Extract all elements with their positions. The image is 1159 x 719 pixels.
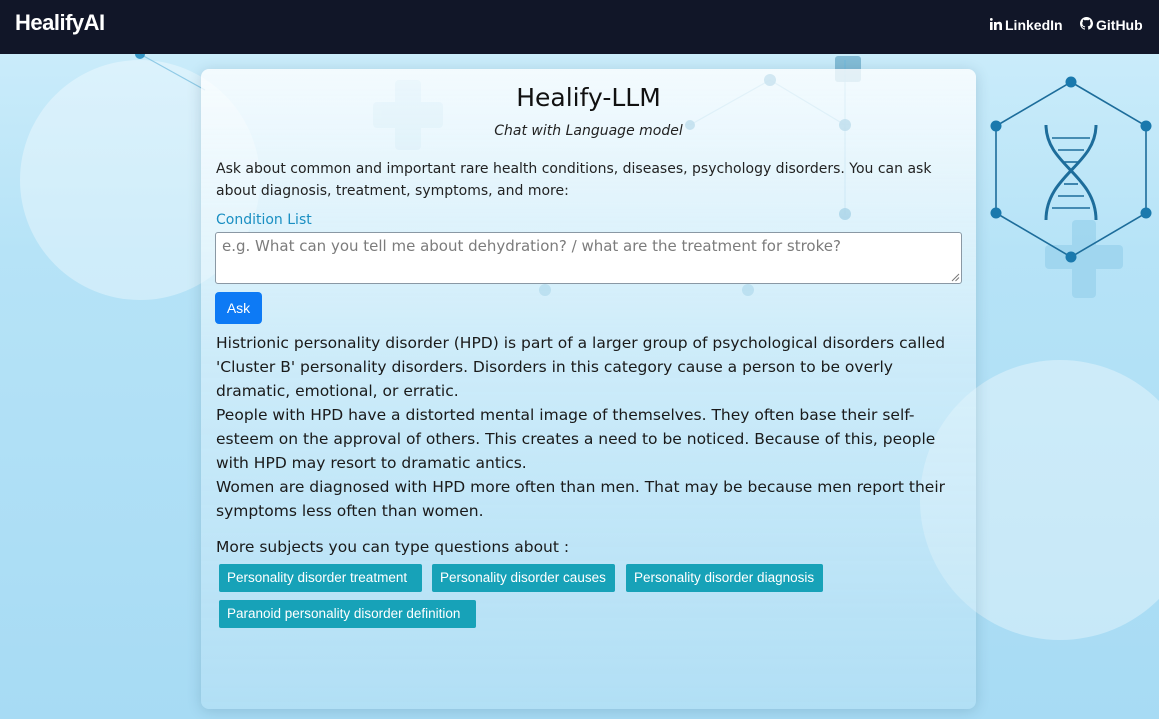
answer-text: Histrionic personality disorder (HPD) is… bbox=[216, 331, 966, 523]
linkedin-icon bbox=[989, 17, 1002, 33]
condition-list-label: Condition List bbox=[216, 212, 312, 228]
intro-text: Ask about common and important rare heal… bbox=[216, 161, 932, 199]
linkedin-link[interactable]: LinkedIn bbox=[989, 17, 1063, 33]
ask-button[interactable]: Ask bbox=[215, 292, 262, 324]
navbar: HealifyAI LinkedIn GitHub bbox=[0, 0, 1159, 54]
brand-logo[interactable]: HealifyAI bbox=[15, 10, 105, 36]
answer-paragraph: Women are diagnosed with HPD more often … bbox=[216, 478, 946, 520]
linkedin-label: LinkedIn bbox=[1005, 17, 1063, 33]
resize-handle-icon[interactable] bbox=[951, 273, 960, 282]
page-subtitle: Chat with Language model bbox=[494, 123, 683, 139]
page-title: Healify-LLM bbox=[516, 83, 661, 112]
answer-paragraph: People with HPD have a distorted mental … bbox=[216, 406, 936, 472]
more-subjects-label: More subjects you can type questions abo… bbox=[216, 538, 570, 556]
suggestion-chip-treatment[interactable]: Personality disorder treatment bbox=[219, 564, 422, 592]
suggestion-chip-causes[interactable]: Personality disorder causes bbox=[432, 564, 615, 592]
suggestion-chip-diagnosis[interactable]: Personality disorder diagnosis bbox=[626, 564, 823, 592]
chat-card: Healify-LLM Chat with Language model Ask… bbox=[201, 69, 976, 709]
github-label: GitHub bbox=[1096, 17, 1143, 33]
dna-hexagon-icon bbox=[995, 81, 1147, 258]
github-icon bbox=[1080, 17, 1093, 33]
question-input[interactable] bbox=[215, 232, 962, 284]
github-link[interactable]: GitHub bbox=[1080, 17, 1143, 33]
answer-paragraph: Histrionic personality disorder (HPD) is… bbox=[216, 334, 946, 400]
suggestion-chip-paranoid-definition[interactable]: Paranoid personality disorder definition bbox=[219, 600, 476, 628]
